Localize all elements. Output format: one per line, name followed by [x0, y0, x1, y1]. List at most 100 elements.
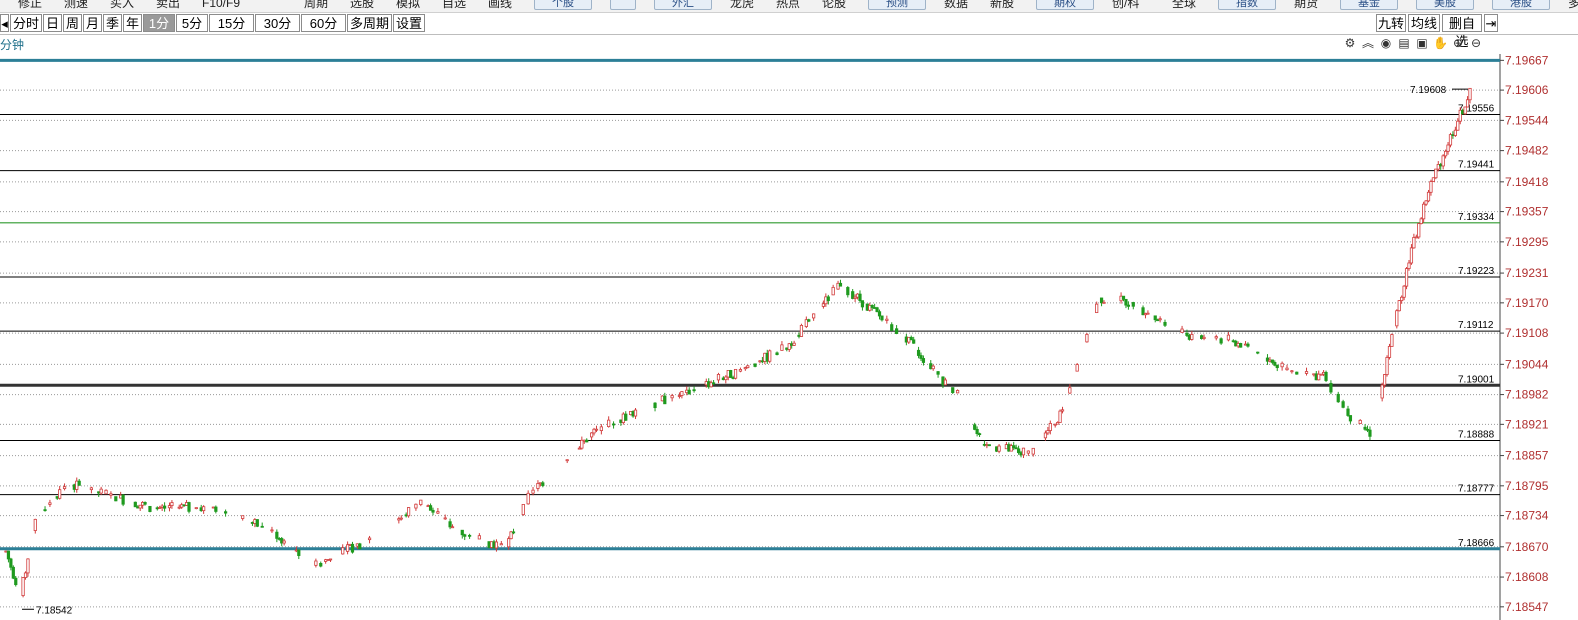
- candle-body: [1434, 168, 1438, 179]
- nine-turn-button[interactable]: 九转: [1376, 14, 1406, 32]
- period-button-8[interactable]: 15分: [209, 14, 254, 32]
- candle-body: [807, 319, 811, 322]
- top-menu-item-13[interactable]: 龙虎: [730, 0, 754, 10]
- zoom-out-icon[interactable]: ⊖: [1469, 36, 1483, 50]
- top-menu-item-21[interactable]: 全球: [1172, 0, 1196, 10]
- remove-watchlist-button[interactable]: 删自选: [1442, 14, 1482, 49]
- top-menu-item-11[interactable]: [610, 0, 636, 10]
- candle-body: [1358, 419, 1362, 425]
- top-menu-item-0[interactable]: 修正: [18, 0, 42, 10]
- candle-body: [177, 506, 181, 509]
- candle-body: [1400, 296, 1404, 301]
- top-menu-item-1[interactable]: 测速: [64, 0, 88, 10]
- candle-body: [921, 358, 926, 363]
- candle-body: [294, 549, 298, 552]
- candle-body: [138, 504, 142, 509]
- period-button-9[interactable]: 30分: [255, 14, 300, 32]
- top-menu-item-9[interactable]: 画线: [488, 0, 512, 10]
- candle-body: [611, 423, 616, 426]
- candle-body: [1121, 295, 1126, 300]
- period-button-1[interactable]: 日: [43, 14, 62, 32]
- candle-body: [1048, 423, 1052, 431]
- top-menu-item-27[interactable]: 多窗: [1568, 0, 1578, 10]
- candle-body: [509, 531, 513, 540]
- top-menu-item-6[interactable]: 选股: [350, 0, 374, 10]
- top-menu-item-17[interactable]: 数据: [944, 0, 968, 10]
- candle-body: [241, 515, 245, 519]
- period-button-7[interactable]: 5分: [176, 14, 208, 32]
- period-button-5[interactable]: 年: [123, 14, 142, 32]
- candle-body: [255, 519, 259, 527]
- candle-body: [738, 369, 743, 372]
- candle-body: [26, 558, 30, 574]
- candle-body: [973, 424, 977, 430]
- candle-body: [1383, 374, 1387, 386]
- price-tick-label: 7.19667: [1505, 54, 1549, 67]
- top-menu-item-20[interactable]: 创/科: [1112, 0, 1139, 10]
- candle-body: [860, 300, 865, 308]
- top-menu-item-7[interactable]: 模拟: [396, 0, 420, 10]
- candle-body: [1304, 371, 1309, 374]
- period-button-4[interactable]: 季: [103, 14, 122, 32]
- price-tick-label: 7.18670: [1505, 540, 1549, 554]
- top-menu-item-24[interactable]: 基金: [1340, 0, 1398, 10]
- eye-icon[interactable]: ◉: [1379, 36, 1393, 50]
- top-menu-item-19[interactable]: 期权: [1036, 0, 1094, 10]
- lock-icon[interactable]: ▣: [1415, 36, 1429, 50]
- candle-body: [663, 395, 667, 405]
- candle-body: [348, 543, 352, 546]
- top-menu-item-12[interactable]: 外汇: [654, 0, 712, 10]
- moving-average-button[interactable]: 均线: [1408, 14, 1440, 32]
- candle-body: [1060, 409, 1065, 412]
- candle-body: [1256, 351, 1260, 354]
- top-menu-item-8[interactable]: 自选: [442, 0, 466, 10]
- candle-body: [109, 493, 113, 496]
- period-scroll-left-icon[interactable]: ◂: [0, 14, 9, 32]
- collapse-panel-icon[interactable]: ⇥: [1484, 14, 1498, 32]
- period-button-6[interactable]: 1分: [143, 14, 175, 32]
- candle-body: [443, 517, 447, 520]
- top-menu-item-26[interactable]: 港股: [1492, 0, 1550, 10]
- top-menu-item-3[interactable]: 卖出: [156, 0, 180, 10]
- candle-body: [1346, 408, 1350, 416]
- top-menu-item-2[interactable]: 买入: [110, 0, 134, 10]
- chart-title: 分钟: [0, 38, 25, 52]
- price-tick-label: 7.19418: [1505, 175, 1549, 189]
- settings-gear-icon[interactable]: ⚙: [1343, 36, 1357, 50]
- candle-body: [729, 370, 733, 378]
- zoom-in-icon[interactable]: ⊕: [1451, 36, 1465, 50]
- candle-body: [1273, 362, 1277, 366]
- top-menu-item-14[interactable]: 热点: [776, 0, 800, 10]
- top-menu-item-16[interactable]: 预测: [868, 0, 926, 10]
- chevron-up-icon[interactable]: ︽: [1361, 36, 1375, 50]
- top-menu-item-4[interactable]: F10/F9: [202, 0, 240, 10]
- candle-body: [11, 566, 15, 579]
- candle-body: [182, 504, 186, 507]
- min-price-label: 7.18542: [36, 605, 73, 616]
- hand-pan-icon[interactable]: ✋: [1433, 36, 1448, 50]
- candle-body: [367, 537, 372, 541]
- period-button-12[interactable]: 设置: [393, 14, 425, 32]
- briefcase-icon[interactable]: ▤: [1397, 36, 1411, 50]
- candle-body: [253, 519, 257, 524]
- top-menu-item-18[interactable]: 新股: [990, 0, 1014, 10]
- period-button-0[interactable]: 分时: [10, 14, 42, 32]
- period-button-3[interactable]: 月: [83, 14, 102, 32]
- period-toolbar: ◂ 分时日周月季年 1分 5分 15分 30分 60分 多周期 设置 九转 均线 删自选 ⇥: [0, 13, 1578, 49]
- period-button-2[interactable]: 周: [63, 14, 82, 32]
- top-menu-item-23[interactable]: 期货: [1294, 0, 1318, 10]
- period-button-10[interactable]: 60分: [301, 14, 346, 32]
- top-menu-item-10[interactable]: 个股: [534, 0, 592, 10]
- max-price-label: 7.19608: [1410, 85, 1447, 96]
- top-menu-item-5[interactable]: 周期: [304, 0, 328, 10]
- period-button-11[interactable]: 多周期: [347, 14, 392, 32]
- candle-body: [1058, 410, 1062, 423]
- price-tick-label: 7.19606: [1505, 83, 1549, 97]
- candle-body: [167, 505, 172, 509]
- candle-body: [358, 543, 362, 550]
- top-menu-item-22[interactable]: 指数: [1218, 0, 1276, 10]
- candlestick-chart[interactable]: 7.19667 7.19606 7.19544 7.19482 7.19418 7.193…: [0, 54, 1578, 620]
- top-menu-item-15[interactable]: 论股: [822, 0, 846, 10]
- candle-body: [1285, 367, 1289, 371]
- top-menu-item-25[interactable]: 美股: [1416, 0, 1474, 10]
